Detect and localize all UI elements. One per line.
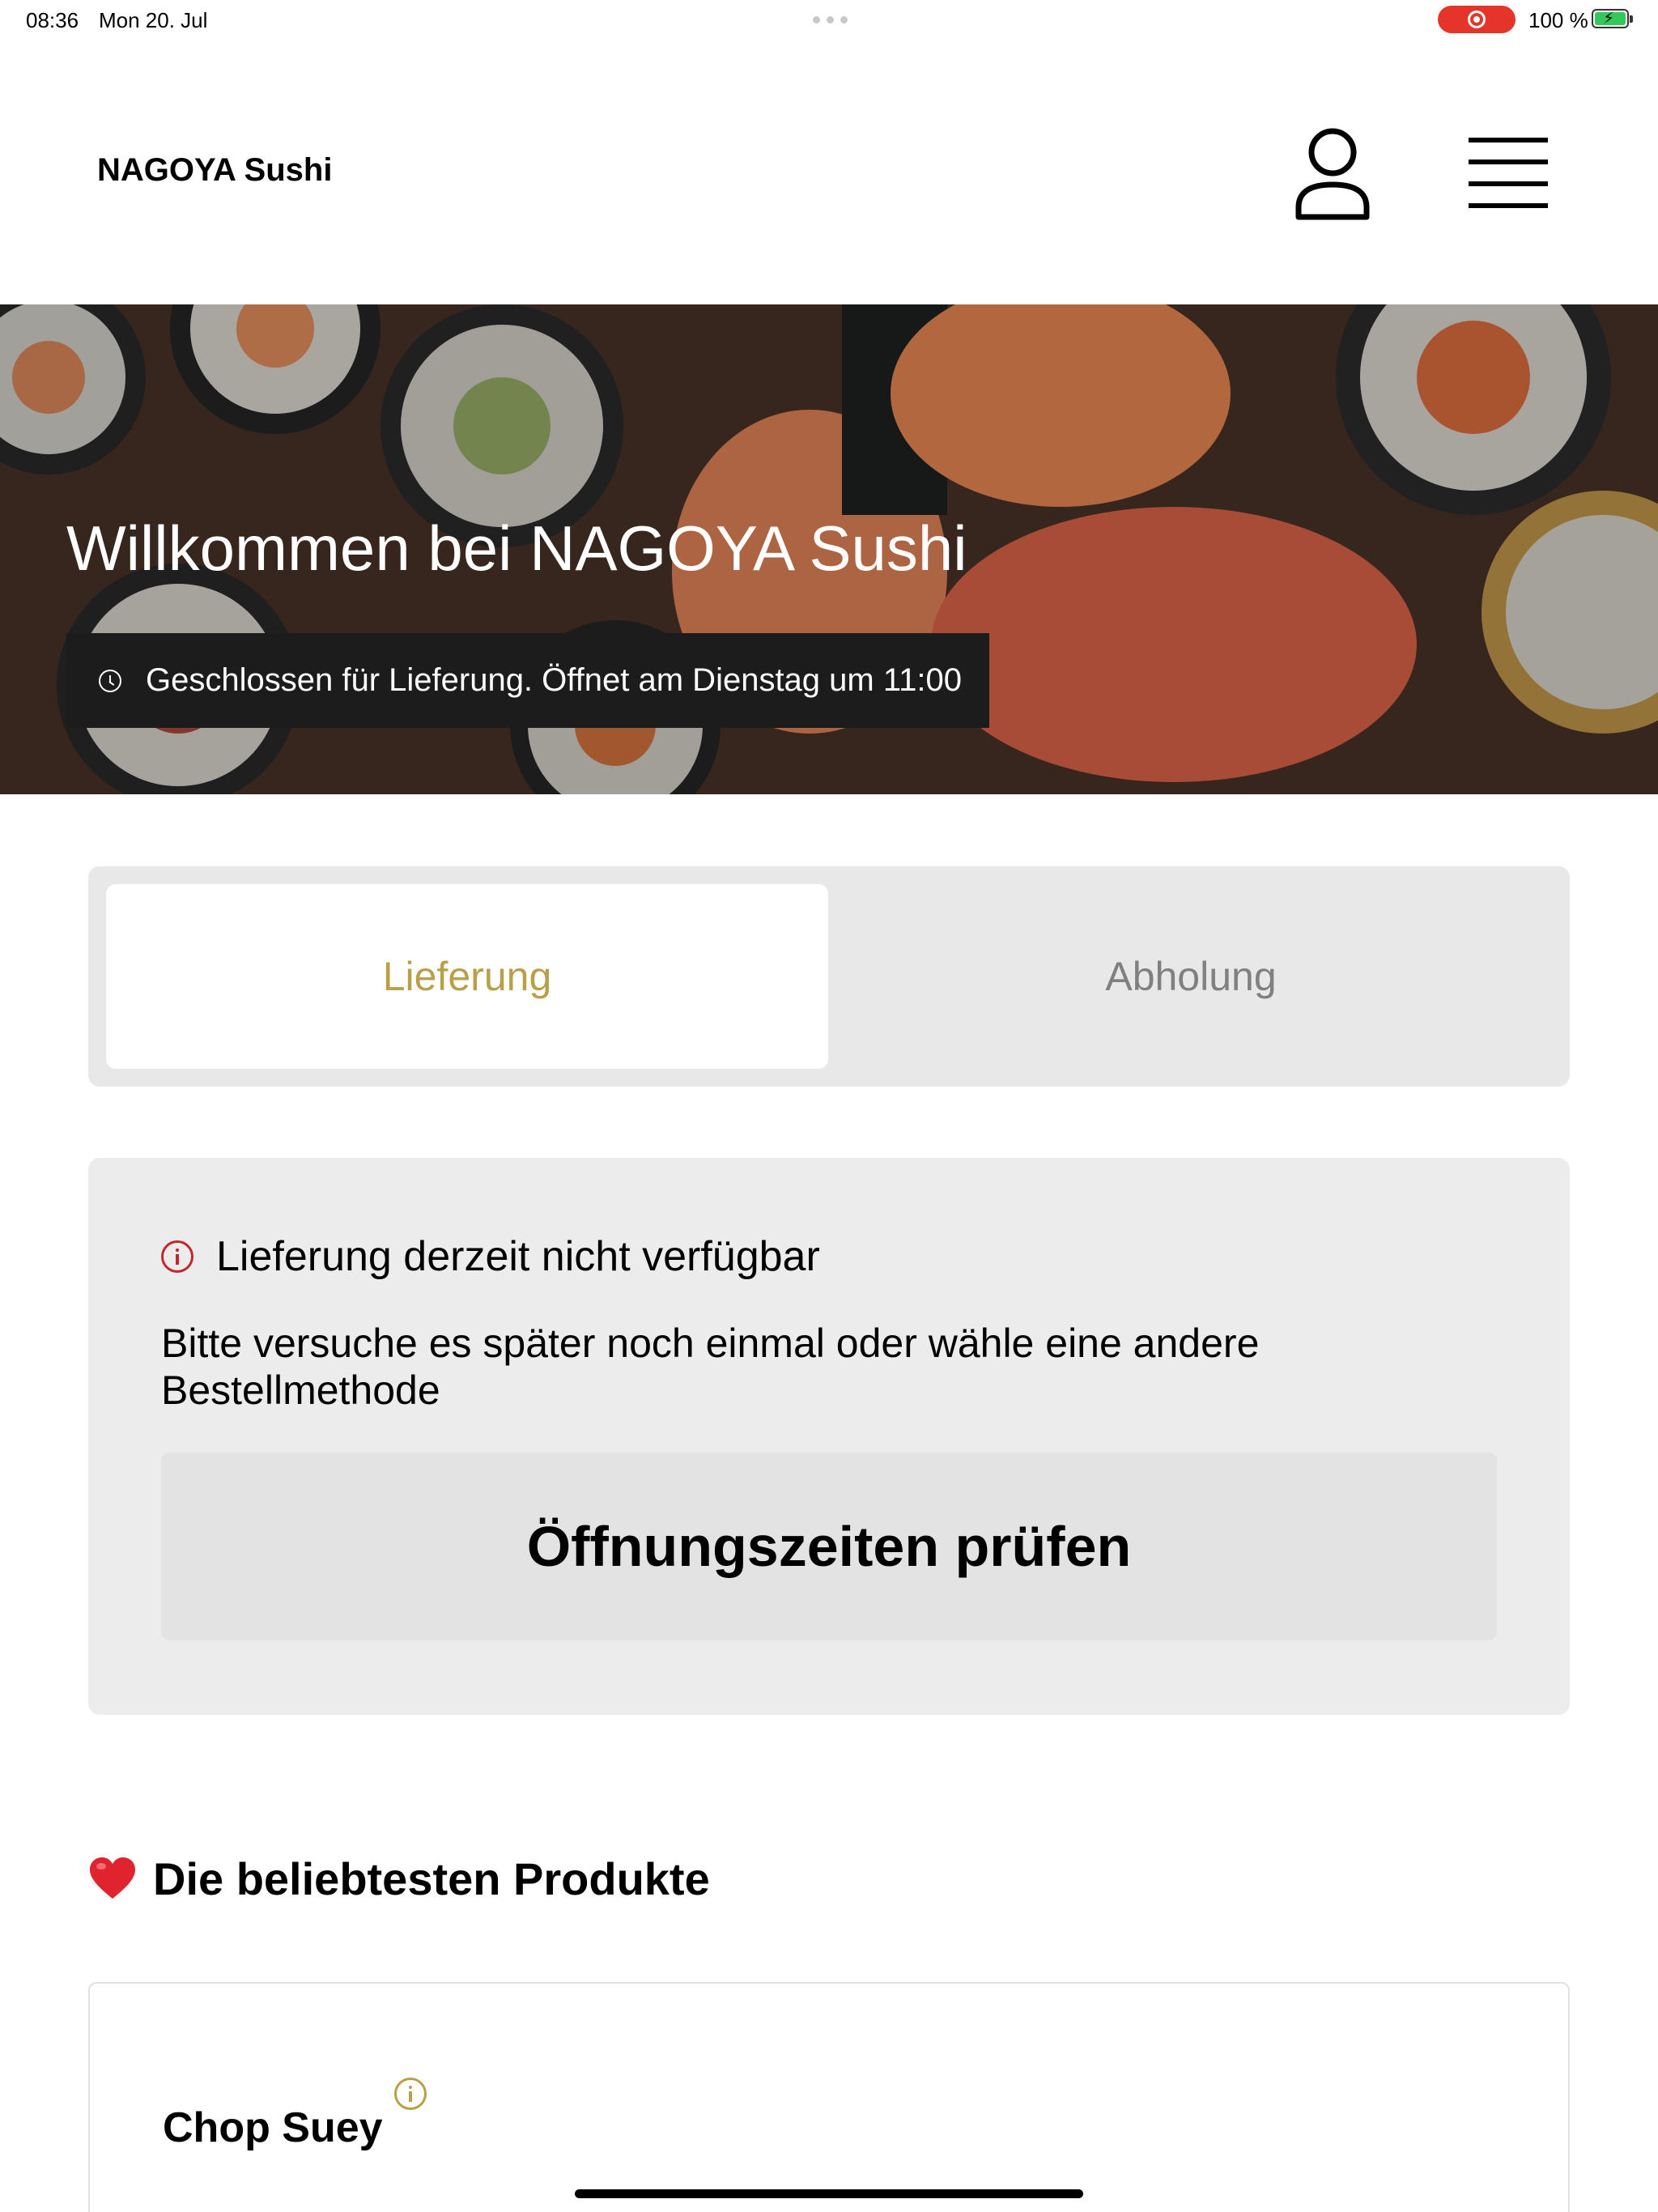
product-info-icon[interactable] <box>394 2078 427 2110</box>
clock-icon <box>99 669 121 692</box>
home-indicator[interactable] <box>575 2189 1083 2198</box>
status-time: 08:36 <box>26 8 79 32</box>
notice-header: Lieferung derzeit nicht verfügbar <box>161 1232 820 1281</box>
tab-pickup-label: Abholung <box>1105 954 1277 999</box>
product-card[interactable]: Chop Suey <box>88 1982 1570 2212</box>
tab-delivery-label: Lieferung <box>382 954 552 999</box>
order-mode-toggle: Lieferung Abholung <box>88 866 1570 1087</box>
opening-status-text: Geschlossen für Lieferung. Öffnet am Die… <box>146 662 962 698</box>
product-name: Chop Suey <box>163 2104 383 2151</box>
hero-banner: Willkommen bei NAGOYA Sushi Geschlossen … <box>0 304 1658 794</box>
menu-button[interactable] <box>1465 136 1551 211</box>
opening-status-badge: Geschlossen für Lieferung. Öffnet am Die… <box>66 633 989 728</box>
notice-message: Bitte versuche es später noch einmal ode… <box>161 1321 1260 1413</box>
popular-products-heading: Die beliebtesten Produkte <box>88 1853 710 1905</box>
user-icon <box>1295 128 1370 220</box>
multitasking-dots-icon[interactable] <box>813 16 848 23</box>
screen-recording-icon[interactable] <box>1438 6 1516 33</box>
brand-title[interactable]: NAGOYA Sushi <box>97 152 332 189</box>
tab-pickup[interactable]: Abholung <box>830 884 1552 1069</box>
app-header: NAGOYA Sushi <box>0 39 1658 304</box>
notice-title: Lieferung derzeit nicht verfügbar <box>216 1233 820 1280</box>
battery-percentage: 100 % <box>1528 8 1588 32</box>
heart-icon <box>90 1857 135 1899</box>
status-date: Mon 20. Jul <box>99 8 208 32</box>
info-icon <box>161 1240 193 1273</box>
welcome-title: Willkommen bei NAGOYA Sushi <box>66 513 967 584</box>
check-opening-hours-button[interactable]: Öffnungszeiten prüfen <box>161 1453 1497 1640</box>
delivery-unavailable-card: Lieferung derzeit nicht verfügbar Bitte … <box>88 1158 1570 1715</box>
hamburger-menu-icon <box>1469 138 1548 208</box>
tab-delivery[interactable]: Lieferung <box>106 884 828 1069</box>
popular-products-title: Die beliebtesten Produkte <box>153 1853 710 1904</box>
status-bar: 08:36 Mon 20. Jul 100 % <box>0 0 1658 39</box>
account-button[interactable] <box>1292 126 1373 223</box>
battery-icon <box>1592 8 1633 28</box>
